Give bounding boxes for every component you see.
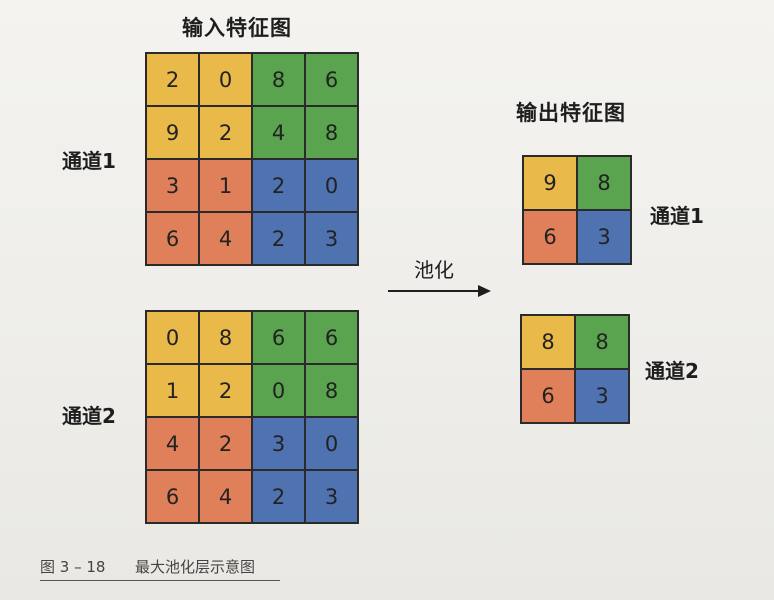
input-ch2-cell-r4-c1: 6	[147, 471, 198, 522]
input-ch2-cell-r2-c3: 0	[253, 365, 304, 416]
output-ch1-cell-r1-c1: 9	[524, 157, 576, 209]
input-ch1-cell-r1-c2: 0	[200, 54, 251, 105]
figure-caption: 图 3 – 18 最大池化层示意图	[40, 556, 255, 577]
output-channel-1-label: 通道1	[650, 204, 704, 228]
input-ch1-cell-r4-c4: 3	[306, 213, 357, 264]
input-ch1-cell-r2-c2: 2	[200, 107, 251, 158]
input-ch2-cell-r3-c4: 0	[306, 418, 357, 469]
figure-caption-text: 最大池化层示意图	[135, 558, 256, 576]
output-ch2-cell-r1-c2: 8	[576, 316, 628, 368]
input-ch2-cell-r1-c4: 6	[306, 312, 357, 363]
input-ch1-cell-r1-c3: 8	[253, 54, 304, 105]
input-ch2-cell-r1-c3: 6	[253, 312, 304, 363]
input-channel-2-grid: 0866120842306423	[145, 310, 359, 524]
input-ch1-cell-r1-c1: 2	[147, 54, 198, 105]
input-ch2-cell-r3-c1: 4	[147, 418, 198, 469]
input-ch1-cell-r3-c2: 1	[200, 160, 251, 211]
input-ch1-cell-r3-c4: 0	[306, 160, 357, 211]
input-ch2-cell-r4-c4: 3	[306, 471, 357, 522]
output-feature-map-title: 输出特征图	[516, 101, 626, 125]
caption-underline	[40, 580, 280, 581]
input-channel-2-label: 通道2	[62, 404, 116, 428]
input-ch1-cell-r2-c4: 8	[306, 107, 357, 158]
input-ch1-cell-r4-c3: 2	[253, 213, 304, 264]
input-ch2-cell-r2-c4: 8	[306, 365, 357, 416]
input-ch2-cell-r2-c1: 1	[147, 365, 198, 416]
input-ch1-cell-r2-c1: 9	[147, 107, 198, 158]
output-channel-2-grid: 8863	[520, 314, 630, 424]
input-ch2-cell-r4-c2: 4	[200, 471, 251, 522]
pooling-arrow-shaft	[388, 290, 480, 292]
input-channel-1-grid: 2086924831206423	[145, 52, 359, 266]
input-ch1-cell-r4-c1: 6	[147, 213, 198, 264]
pooling-label: 池化	[414, 258, 454, 282]
figure-number: 图 3 – 18	[40, 558, 106, 576]
output-ch1-cell-r2-c2: 3	[578, 211, 630, 263]
output-ch2-cell-r1-c1: 8	[522, 316, 574, 368]
output-ch1-cell-r1-c2: 8	[578, 157, 630, 209]
input-ch2-cell-r2-c2: 2	[200, 365, 251, 416]
input-ch1-cell-r3-c1: 3	[147, 160, 198, 211]
output-ch2-cell-r2-c1: 6	[522, 370, 574, 422]
input-ch2-cell-r1-c2: 8	[200, 312, 251, 363]
output-channel-1-grid: 9863	[522, 155, 632, 265]
input-ch2-cell-r1-c1: 0	[147, 312, 198, 363]
input-ch1-cell-r3-c3: 2	[253, 160, 304, 211]
input-ch1-cell-r1-c4: 6	[306, 54, 357, 105]
input-ch2-cell-r3-c2: 2	[200, 418, 251, 469]
input-ch1-cell-r2-c3: 4	[253, 107, 304, 158]
input-ch2-cell-r4-c3: 2	[253, 471, 304, 522]
input-ch1-cell-r4-c2: 4	[200, 213, 251, 264]
input-channel-1-label: 通道1	[62, 149, 116, 173]
output-ch2-cell-r2-c2: 3	[576, 370, 628, 422]
output-channel-2-label: 通道2	[645, 359, 699, 383]
input-feature-map-title: 输入特征图	[182, 16, 292, 40]
input-ch2-cell-r3-c3: 3	[253, 418, 304, 469]
pooling-arrow-head	[478, 285, 491, 297]
output-ch1-cell-r2-c1: 6	[524, 211, 576, 263]
